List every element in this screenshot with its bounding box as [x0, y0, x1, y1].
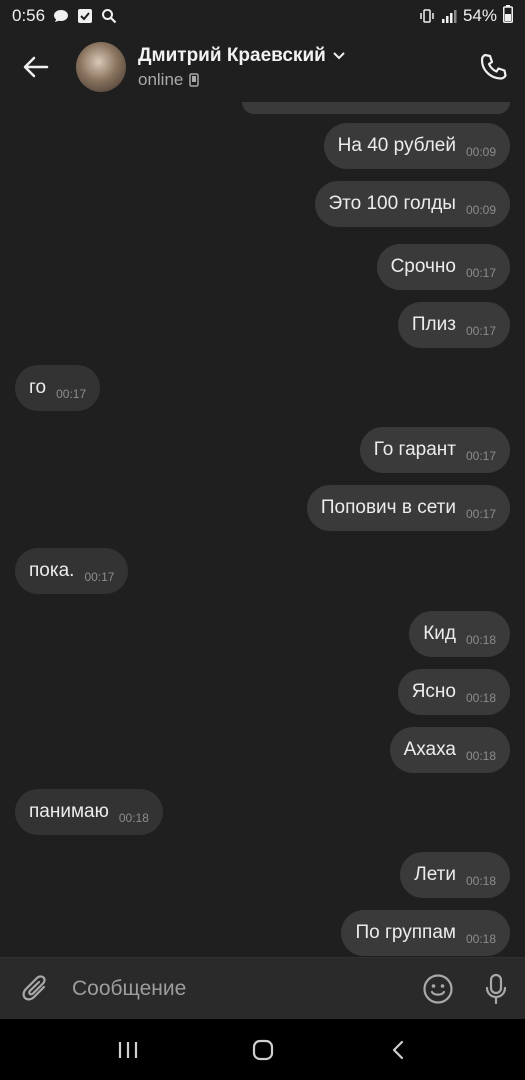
message-composer — [0, 957, 525, 1019]
outgoing-message[interactable]: Это 100 голды 00:09 — [314, 181, 510, 227]
message-text: Попович в сети — [320, 497, 456, 518]
message-time: 00:17 — [465, 507, 496, 521]
outgoing-message[interactable]: Лети 00:18 — [400, 852, 510, 898]
home-icon — [252, 1039, 273, 1060]
previous-message-bubble[interactable] — [242, 102, 510, 114]
outgoing-message[interactable]: По группам 00:18 — [341, 910, 510, 956]
message-text: панимаю — [29, 801, 109, 822]
message-time: 00:17 — [465, 266, 496, 280]
message-time: 00:17 — [465, 324, 496, 338]
incoming-message[interactable]: пока. 00:17 — [15, 548, 129, 594]
message-text: го — [29, 377, 47, 398]
attach-button[interactable] — [0, 958, 72, 1020]
message-time: 00:18 — [465, 749, 496, 763]
recent-apps-icon — [118, 1041, 137, 1058]
back-button[interactable] — [0, 32, 72, 102]
contact-status: online — [138, 69, 184, 89]
incoming-message[interactable]: го 00:17 — [15, 365, 101, 411]
message-text: На 40 рублей — [337, 135, 456, 156]
mobile-device-icon — [189, 72, 200, 87]
contact-title-block[interactable]: Дмитрий Краевский online — [138, 45, 346, 90]
message-time: 00:18 — [465, 691, 496, 705]
outgoing-message[interactable]: Срочно 00:17 — [376, 244, 510, 290]
call-button[interactable] — [461, 32, 525, 102]
message-time: 00:18 — [465, 874, 496, 888]
message-text: Плиз — [411, 314, 456, 335]
message-text: Срочно — [390, 256, 456, 277]
message-text: Ясно — [411, 681, 456, 702]
message-time: 00:18 — [465, 633, 496, 647]
message-text: Это 100 голды — [328, 193, 456, 214]
microphone-button[interactable] — [467, 958, 525, 1020]
system-navigation-bar — [0, 1019, 525, 1080]
outgoing-message[interactable]: Попович в сети 00:17 — [306, 485, 510, 531]
chat-header: Дмитрий Краевский online — [0, 32, 525, 102]
message-text: По группам — [355, 922, 456, 943]
message-input[interactable] — [72, 966, 409, 1011]
paperclip-icon — [22, 974, 46, 1000]
chat-notification-icon — [53, 8, 69, 24]
battery-percent: 54% — [462, 6, 497, 25]
recent-apps-button[interactable] — [98, 1025, 158, 1075]
home-button[interactable] — [233, 1025, 293, 1075]
outgoing-message[interactable]: На 40 рублей 00:09 — [323, 123, 510, 169]
vibrate-icon — [419, 8, 435, 24]
signal-icon — [441, 8, 457, 24]
message-time: 00:09 — [465, 145, 496, 159]
chevron-left-icon — [392, 1040, 403, 1059]
message-time: 00:17 — [84, 570, 115, 584]
message-text: Го гарант — [373, 439, 456, 460]
message-time: 00:09 — [465, 203, 496, 217]
message-text: Лети — [414, 864, 456, 885]
outgoing-message[interactable]: Плиз 00:17 — [397, 302, 510, 348]
incoming-message[interactable]: панимаю 00:18 — [15, 789, 163, 835]
chevron-down-icon — [333, 51, 345, 59]
message-time: 00:17 — [56, 387, 87, 401]
message-time: 00:18 — [465, 932, 496, 946]
microphone-icon — [485, 973, 507, 1004]
outgoing-message[interactable]: Го гарант 00:17 — [359, 427, 510, 473]
phone-icon — [480, 53, 507, 80]
outgoing-message[interactable]: Ахаха 00:18 — [389, 727, 510, 773]
system-back-button[interactable] — [368, 1025, 428, 1075]
message-text: Кид — [423, 623, 456, 644]
contact-name: Дмитрий Краевский — [138, 44, 326, 66]
message-time: 00:17 — [465, 449, 496, 463]
outgoing-message[interactable]: Ясно 00:18 — [397, 669, 510, 715]
avatar[interactable] — [76, 42, 126, 92]
status-bar: 0:56 54% — [0, 0, 525, 32]
smiley-icon — [423, 973, 453, 1004]
message-time: 00:18 — [118, 811, 149, 825]
arrow-left-icon — [23, 56, 49, 78]
status-time: 0:56 — [12, 6, 46, 25]
checkbox-notification-icon — [77, 8, 93, 24]
message-text: Ахаха — [403, 739, 456, 760]
emoji-button[interactable] — [409, 958, 467, 1020]
battery-icon — [503, 4, 513, 28]
message-list[interactable]: На 40 рублей 00:09 Это 100 голды 00:09 Срочн… — [0, 102, 525, 957]
search-notification-icon — [101, 8, 117, 24]
message-text: пока. — [29, 560, 75, 581]
outgoing-message[interactable]: Кид 00:18 — [409, 611, 510, 657]
